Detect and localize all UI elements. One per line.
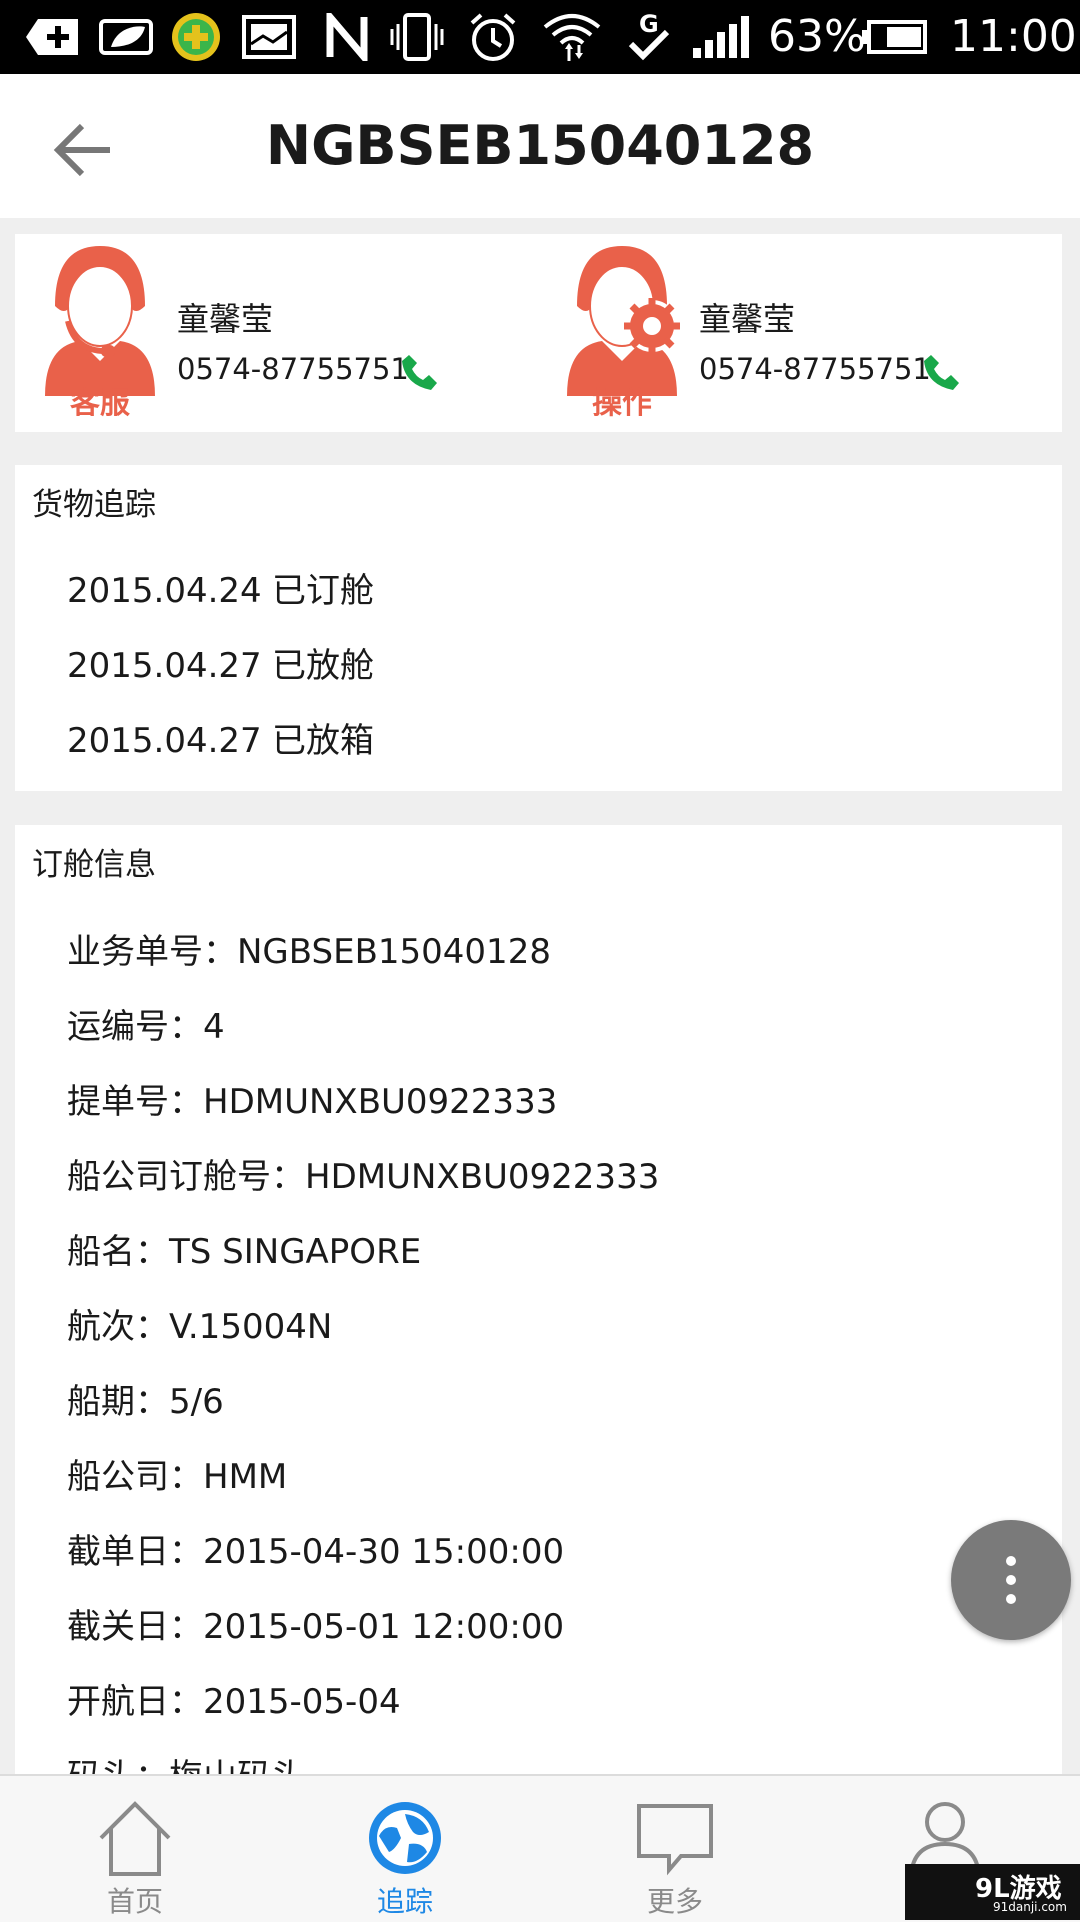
g-check-icon: G: [624, 10, 674, 62]
event-date: 2015.04.24: [67, 571, 262, 611]
contact-customer-service: 客服 童馨莹 0574-87755751: [35, 234, 535, 432]
plus-notification-icon: [22, 12, 84, 62]
booking-row-terminal: 码头：梅山码头: [67, 1749, 305, 1775]
event-status: 已放箱: [272, 721, 374, 761]
section-title: 货物追踪: [32, 487, 156, 523]
contact-operation: 操作 童馨莹 0574-87755751: [557, 234, 1057, 432]
tracking-event: 2015.04.24 已订舱: [67, 563, 374, 612]
wifi-icon: [540, 12, 604, 62]
back-arrow-icon[interactable]: [52, 118, 116, 182]
booking-row-voyage: 航次：V.15004N: [67, 1307, 333, 1347]
booking-row-carrier: 船公司：HMM: [67, 1457, 288, 1497]
alarm-icon: [464, 12, 522, 62]
booking-row-transport-no: 运编号：4: [67, 1007, 225, 1047]
booking-row-customs-cutoff: 截关日：2015-05-01 12:00:00: [67, 1607, 565, 1647]
nav-item-home[interactable]: 首页: [35, 1776, 235, 1922]
customer-service-avatar: 客服: [35, 246, 165, 426]
page-title: NGBSEB15040128: [265, 114, 815, 177]
svg-text:G: G: [639, 10, 659, 38]
booking-info-card: 订舱信息 业务单号：NGBSEB15040128 运编号：4 提单号：HDMUN…: [15, 825, 1062, 1775]
battery-percent: 63%: [768, 11, 866, 62]
booking-row-doc-cutoff: 截单日：2015-04-30 15:00:00: [67, 1532, 565, 1572]
contact-name: 童馨莹: [177, 300, 274, 338]
event-date: 2015.04.27: [67, 721, 262, 761]
clock: 11:00: [950, 11, 1077, 62]
green-app-icon: [168, 12, 224, 62]
vibrate-icon: [388, 12, 446, 62]
nav-item-more[interactable]: 更多: [575, 1776, 775, 1922]
gallery-icon: [240, 12, 298, 62]
cargo-tracking-card: 货物追踪 2015.04.24 已订舱 2015.04.27 已放舱 2015.04…: [15, 465, 1062, 791]
home-icon: [95, 1798, 175, 1878]
contact-name: 童馨莹: [699, 300, 796, 338]
signal-icon: [690, 12, 750, 62]
contact-phone[interactable]: 0574-87755751: [699, 352, 931, 386]
avatar-role-label: 客服: [70, 386, 130, 421]
app-header: NGBSEB15040128: [0, 74, 1080, 218]
nav-label: 追踪: [376, 1885, 433, 1918]
contacts-card: 客服 童馨莹 0574-87755751 操作 童馨莹 0574-8775575…: [15, 234, 1062, 432]
event-status: 已订舱: [272, 571, 374, 611]
booking-row-vessel-name: 船名：TS SINGAPORE: [67, 1232, 422, 1272]
section-title: 订舱信息: [32, 847, 156, 883]
booking-row-business-no: 业务单号：NGBSEB15040128: [67, 932, 551, 972]
vertical-dots-icon: [1006, 1556, 1016, 1604]
contact-phone[interactable]: 0574-87755751: [177, 352, 409, 386]
event-date: 2015.04.27: [67, 646, 262, 686]
booking-row-bill-of-lading: 提单号：HDMUNXBU0922333: [67, 1082, 558, 1122]
leaf-icon: [96, 12, 156, 62]
avatar-role-label: 操作: [592, 386, 652, 421]
nav-label: 首页: [106, 1885, 163, 1918]
nav-item-tracking[interactable]: 追踪: [305, 1776, 505, 1922]
booking-row-schedule: 船期：5/6: [67, 1382, 224, 1422]
battery-icon: [860, 12, 930, 62]
operation-avatar: 操作: [557, 246, 687, 426]
phone-call-icon[interactable]: [922, 352, 962, 392]
nfc-icon: [322, 12, 372, 62]
tracking-event: 2015.04.27 已放箱: [67, 713, 374, 762]
event-status: 已放舱: [272, 646, 374, 686]
globe-icon: [365, 1798, 445, 1878]
tracking-event: 2015.04.27 已放舱: [67, 638, 374, 687]
site-watermark: 9L游戏 91danji.com: [905, 1864, 1080, 1920]
booking-row-carrier-booking-no: 船公司订舱号：HDMUNXBU0922333: [67, 1157, 660, 1197]
phone-call-icon[interactable]: [400, 352, 440, 392]
watermark-url: 91danji.com: [993, 1900, 1067, 1914]
nav-label: 更多: [646, 1885, 703, 1918]
booking-row-sailing-date: 开航日：2015-05-04: [67, 1682, 401, 1722]
status-bar: G 63% 11:00: [0, 0, 1080, 74]
chat-icon: [635, 1798, 715, 1878]
more-options-button[interactable]: [951, 1520, 1071, 1640]
